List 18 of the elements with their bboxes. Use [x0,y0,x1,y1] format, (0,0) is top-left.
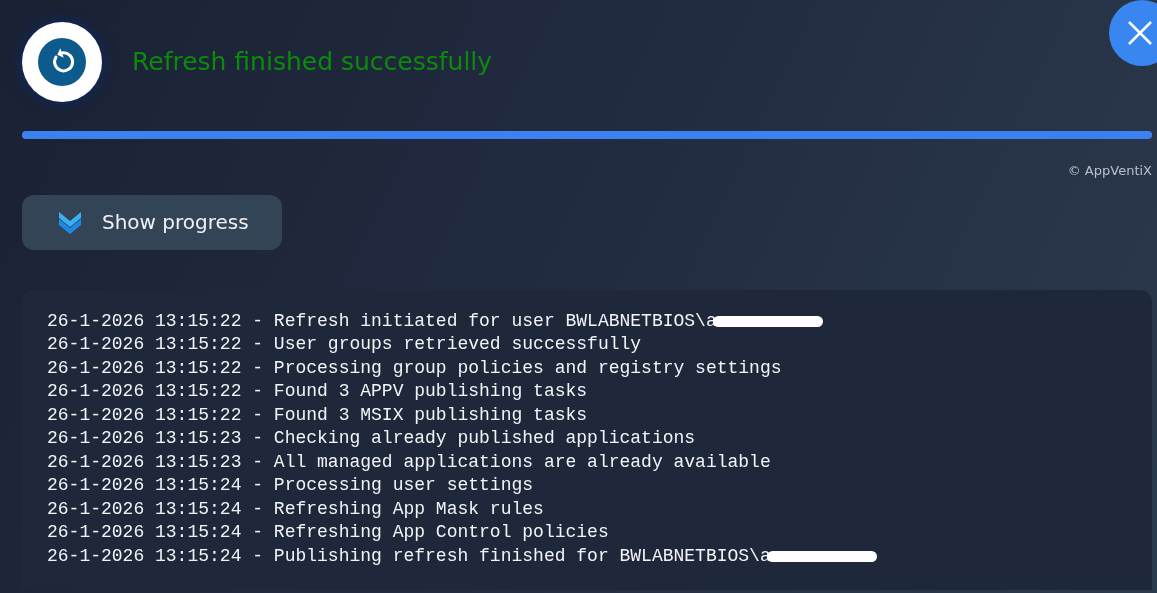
log-line: 26-1-2026 13:15:23 - Checking already published applications [47,427,696,450]
log-line: 26-1-2026 13:15:24 - Publishing refresh finished for BWLABNETBIOS\a [47,544,771,568]
log-line: 26-1-2026 13:15:24 - Processing user settings [47,474,534,497]
log-line: 26-1-2026 13:15:22 - Found 3 MSIX publishing tasks [47,403,588,427]
log-line: 26-1-2026 13:15:22 - Refresh initiated for user BWLABNETBIOS\a [47,309,717,333]
log-line: 26-1-2026 13:15:22 - Found 3 APPV publishing tasks [47,380,588,403]
close-icon [1127,20,1153,46]
close-button[interactable] [1109,0,1157,66]
status-title: Refresh finished successfully [132,46,493,79]
log-line: 26-1-2026 13:15:22 - User groups retrieved successfully [47,333,642,356]
log-line: 26-1-2026 13:15:24 - Refreshing App Mask rules [47,497,544,521]
chevron-down-icon [58,210,82,234]
copyright-text: © AppVentiX [1067,163,1152,178]
log-line: 26-1-2026 13:15:23 - All managed applications are already available [47,450,771,474]
log-line: 26-1-2026 13:15:22 - Processing group policies and registry settings [47,356,782,380]
show-progress-button[interactable]: Show progress [22,194,282,250]
log-line: 26-1-2026 13:15:24 - Refreshing App Control policies [47,521,609,544]
refresh-logo-icon [22,22,102,102]
